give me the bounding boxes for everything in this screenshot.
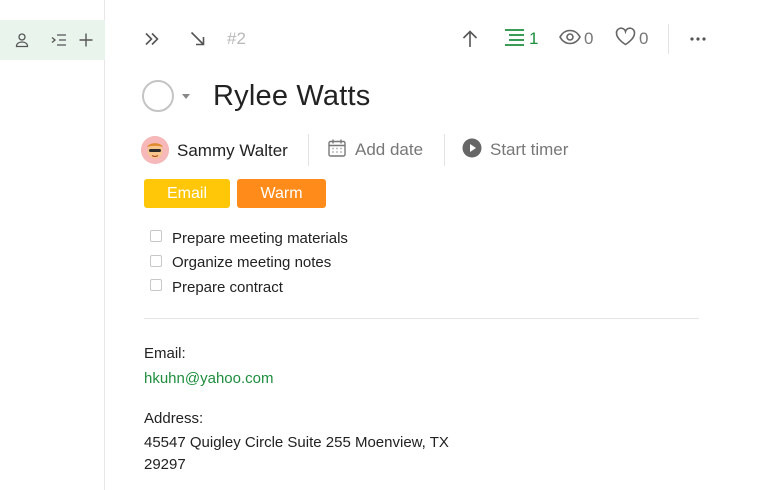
calendar-icon bbox=[327, 138, 347, 163]
tag-warm[interactable]: Warm bbox=[237, 179, 326, 208]
address-line-2: 29297 bbox=[144, 456, 186, 473]
list-item: Organize meeting notes bbox=[150, 251, 348, 276]
chevron-down-icon[interactable] bbox=[182, 93, 190, 99]
user-icon[interactable] bbox=[12, 30, 32, 50]
eye-icon bbox=[559, 28, 581, 51]
email-field: Email: hkuhn@yahoo.com bbox=[144, 343, 273, 390]
subtasks-list-icon bbox=[504, 27, 526, 52]
plus-icon[interactable] bbox=[76, 30, 96, 50]
watchers-count: 0 bbox=[584, 29, 594, 48]
subtasks-button[interactable]: 1 bbox=[504, 27, 538, 51]
subtasks-count: 1 bbox=[529, 29, 539, 48]
assignee-name[interactable]: Sammy Walter bbox=[177, 141, 288, 161]
task-toolbar: #2 1 0 0 bbox=[106, 22, 760, 56]
watchers-button[interactable]: 0 bbox=[559, 27, 593, 51]
tag-list: Email Warm bbox=[144, 179, 326, 208]
avatar[interactable] bbox=[141, 136, 169, 164]
heart-icon bbox=[615, 27, 636, 51]
double-chevron-right-icon[interactable] bbox=[142, 27, 162, 51]
email-label: Email: bbox=[144, 345, 186, 362]
add-date-button[interactable]: Add date bbox=[327, 138, 423, 162]
collapse-arrow-icon[interactable] bbox=[188, 27, 208, 51]
meta-divider bbox=[444, 134, 445, 166]
address-line-1: 45547 Quigley Circle Suite 255 Moenview,… bbox=[144, 434, 449, 451]
email-link[interactable]: hkuhn@yahoo.com bbox=[144, 368, 273, 390]
list-item: Prepare meeting materials bbox=[150, 226, 348, 251]
left-rail bbox=[0, 0, 105, 490]
like-button[interactable]: 0 bbox=[615, 27, 648, 51]
checkbox[interactable] bbox=[150, 279, 162, 292]
checklist-item-label[interactable]: Prepare contract bbox=[172, 279, 283, 296]
task-title-row: Rylee Watts bbox=[142, 76, 370, 116]
address-label: Address: bbox=[144, 410, 204, 427]
tag-email[interactable]: Email bbox=[144, 179, 230, 208]
task-detail-panel: #2 1 0 0 Rylee Watts Sammy Walter Add da… bbox=[106, 0, 760, 490]
play-circle-icon bbox=[462, 138, 482, 163]
checklist-item-label[interactable]: Prepare meeting materials bbox=[172, 230, 348, 247]
rail-toolbar bbox=[0, 20, 105, 60]
checkbox[interactable] bbox=[150, 254, 162, 267]
checkbox[interactable] bbox=[150, 230, 162, 243]
meta-divider bbox=[308, 134, 309, 166]
task-number: #2 bbox=[227, 29, 246, 48]
task-title[interactable]: Rylee Watts bbox=[213, 80, 370, 113]
list-item: Prepare contract bbox=[150, 275, 348, 300]
likes-count: 0 bbox=[639, 29, 649, 48]
task-status-toggle[interactable] bbox=[142, 80, 174, 112]
checklist: Prepare meeting materials Organize meeti… bbox=[150, 226, 348, 300]
more-horizontal-icon[interactable] bbox=[689, 27, 707, 51]
start-timer-button[interactable]: Start timer bbox=[462, 138, 568, 162]
start-timer-label: Start timer bbox=[490, 140, 569, 159]
add-date-label: Add date bbox=[355, 140, 424, 159]
checklist-item-label[interactable]: Organize meeting notes bbox=[172, 254, 331, 271]
address-field: Address: 45547 Quigley Circle Suite 255 … bbox=[144, 408, 504, 476]
section-divider bbox=[144, 318, 699, 319]
indent-list-icon[interactable] bbox=[49, 30, 69, 50]
arrow-up-icon[interactable] bbox=[460, 27, 480, 51]
toolbar-divider bbox=[668, 24, 669, 54]
task-meta-row: Sammy Walter Add date Start timer bbox=[141, 134, 741, 166]
